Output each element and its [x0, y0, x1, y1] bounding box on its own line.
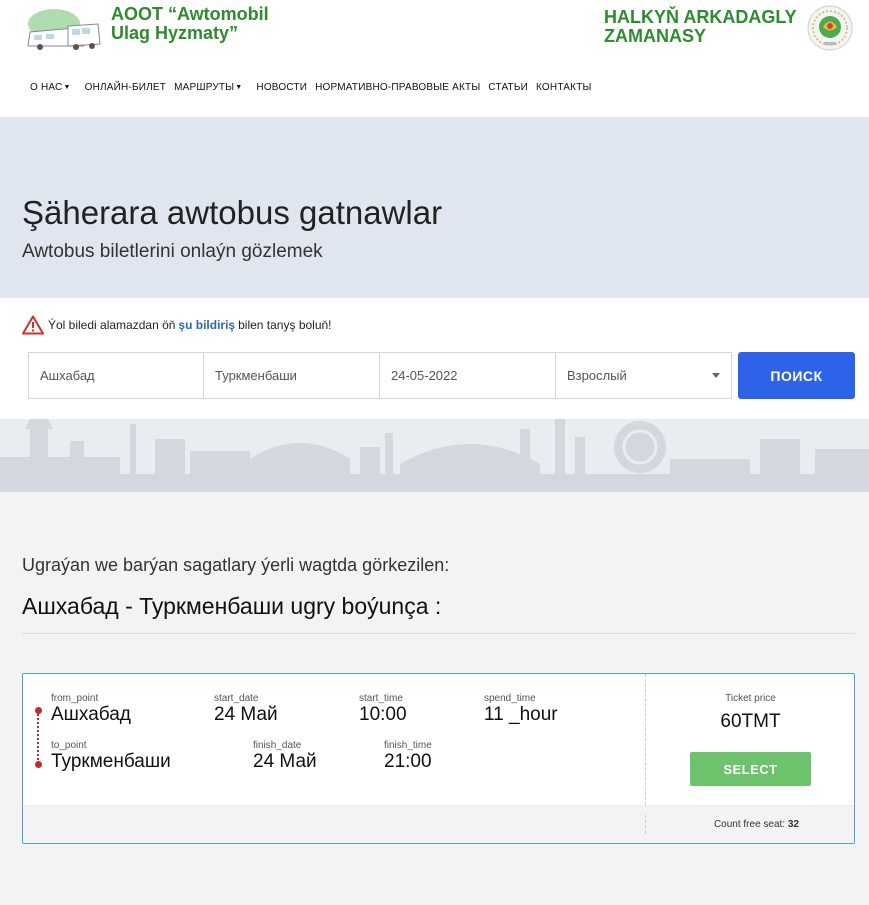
national-emblem-icon: [807, 5, 853, 51]
spend-time-value: 11 _hour: [484, 704, 558, 725]
arrival-dot: [35, 761, 42, 768]
notice-text-before: Ýol biledi alamazdan öň: [48, 318, 176, 332]
notice-link[interactable]: şu bildiriş: [178, 318, 235, 332]
nav-item-label: КОНТАКТЫ: [536, 82, 592, 93]
notice-message: Ýol biledi alamazdan öň şu bildiriş bile…: [22, 315, 332, 335]
nav-item-about[interactable]: О НАС▼: [30, 82, 71, 93]
departure-dot: [35, 707, 42, 714]
slogan: HALKYŇ ARKADAGLY ZAMANASY: [604, 8, 797, 46]
main-nav: О НАС▼ ОНЛАЙН-БИЛЕТ МАРШРУТЫ▼ НОВОСТИ НО…: [30, 82, 600, 93]
ticket-price-value: 60TMT: [720, 711, 781, 732]
page-title: Şäherara awtobus gatnawlar: [22, 194, 443, 231]
nav-item-label: О НАС: [30, 82, 63, 93]
nav-item-label: НОРМАТИВНО-ПРАВОВЫЕ АКТЫ: [315, 82, 481, 93]
route-heading: Ашхабад - Туркменбаши ugry boýunça :: [22, 593, 442, 619]
caret-down-icon: ▼: [235, 84, 243, 91]
nav-item-online-ticket[interactable]: ОНЛАЙН-БИЛЕТ: [85, 82, 166, 93]
finish-time-label: finish_time: [384, 740, 432, 751]
skyline-image: [0, 419, 869, 492]
from-point-value: Ашхабад: [51, 704, 131, 725]
nav-item-routes[interactable]: МАРШРУТЫ▼: [174, 82, 242, 93]
slogan-line-2: ZAMANASY: [604, 26, 706, 46]
nav-item-label: НОВОСТИ: [256, 82, 308, 93]
hero-banner: Şäherara awtobus gatnawlar Awtobus bilet…: [0, 117, 869, 298]
search-button[interactable]: ПОИСК: [738, 352, 855, 399]
bus-logo-icon[interactable]: [24, 4, 102, 52]
start-date-value: 24 Май: [214, 704, 278, 725]
start-time-label: start_time: [359, 693, 403, 704]
search-panel: Ýol biledi alamazdan öň şu bildiriş bile…: [0, 298, 869, 419]
nav-item-label: СТАТЬИ: [488, 82, 529, 93]
passenger-type-value: Взрослый: [567, 368, 627, 383]
to-field[interactable]: Туркменбаши: [204, 352, 380, 399]
search-form: Ашхабад Туркменбаши 24-05-2022 Взрослый: [28, 352, 732, 399]
nav-item-label: ОНЛАЙН-БИЛЕТ: [84, 82, 167, 93]
results-info: Ugraýan we barýan sagatlary ýerli wagtda…: [22, 555, 450, 575]
nav-item-news[interactable]: НОВОСТИ: [256, 82, 307, 93]
warning-triangle-icon: [22, 315, 44, 335]
finish-date-value: 24 Май: [253, 751, 317, 772]
nav-item-legal-acts[interactable]: НОРМАТИВНО-ПРАВОВЫЕ АКТЫ: [315, 82, 480, 93]
city-skyline-illustration: [0, 419, 869, 492]
free-seat-label: Count free seat:: [713, 819, 786, 830]
nav-item-contacts[interactable]: КОНТАКТЫ: [536, 82, 592, 93]
route-line: [37, 714, 39, 760]
to-point-label: to_point: [51, 740, 87, 751]
card-footer-separator: [645, 815, 646, 834]
start-date-label: start_date: [214, 693, 259, 704]
trip-card: from_point Ашхабад start_date 24 Май sta…: [22, 673, 855, 844]
date-field[interactable]: 24-05-2022: [380, 352, 556, 399]
page-subtitle: Awtobus biletlerini onlaýn gözlemek: [22, 241, 323, 262]
brand-name[interactable]: AOOT “Awtomobil Ulag Hyzmaty”: [111, 5, 269, 43]
passenger-type-select[interactable]: Взрослый: [556, 352, 732, 399]
from-field[interactable]: Ашхабад: [28, 352, 204, 399]
site-header: AOOT “Awtomobil Ulag Hyzmaty” HALKYŇ ARK…: [0, 0, 869, 117]
select-button[interactable]: SELECT: [690, 752, 811, 786]
slogan-line-1: HALKYŇ ARKADAGLY: [604, 7, 797, 27]
start-time-value: 10:00: [359, 704, 407, 725]
finish-time-value: 21:00: [384, 751, 432, 772]
ticket-price-label: Ticket price: [725, 693, 776, 704]
free-seat-count: Count free seat: 32: [714, 819, 799, 830]
finish-date-label: finish_date: [253, 740, 302, 751]
caret-down-icon: ▼: [63, 84, 71, 91]
spend-time-label: spend_time: [484, 693, 536, 704]
divider: [22, 633, 855, 634]
to-point-value: Туркменбаши: [51, 751, 171, 772]
from-point-label: from_point: [51, 693, 99, 704]
nav-item-articles[interactable]: СТАТЬИ: [488, 82, 528, 93]
brand-line-1: AOOT “Awtomobil: [111, 4, 269, 24]
caret-down-icon: [712, 373, 720, 378]
notice-text-after: bilen tanyş boluň!: [238, 318, 332, 332]
free-seat-value: 32: [787, 819, 799, 830]
nav-item-label: МАРШРУТЫ: [174, 82, 235, 93]
brand-line-2: Ulag Hyzmaty”: [111, 23, 239, 43]
